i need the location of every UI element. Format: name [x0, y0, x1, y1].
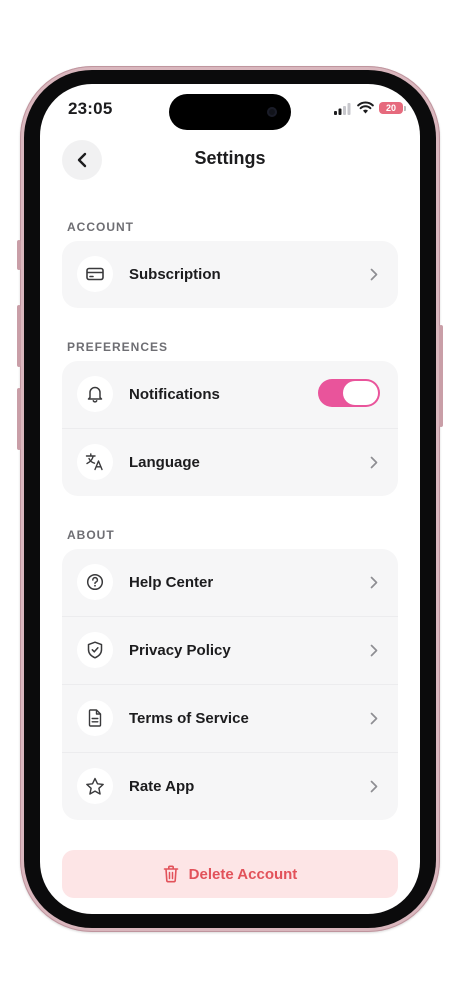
front-camera [267, 107, 277, 117]
credit-card-icon [77, 256, 113, 292]
trash-icon [163, 865, 178, 883]
row-label: Privacy Policy [129, 642, 231, 659]
section-label-account: ACCOUNT [67, 220, 134, 234]
section-label-preferences: PREFERENCES [67, 340, 169, 354]
delete-account-label: Delete Account [188, 865, 298, 883]
bell-icon [77, 376, 113, 412]
status-time: 23:05 [68, 99, 113, 118]
about-card: Help Center Privacy Policy Terms of Serv… [62, 549, 398, 820]
settings-row-notifications: Notifications [62, 361, 398, 428]
row-label: Help Center [129, 574, 214, 591]
notifications-toggle[interactable] [318, 379, 380, 407]
row-label: Notifications [129, 386, 220, 403]
mute-switch [17, 240, 21, 270]
cellular-signal-icon [334, 103, 351, 115]
toggle-knob [343, 381, 378, 405]
row-label: Language [129, 454, 200, 471]
document-icon [77, 700, 113, 736]
settings-row-help-center[interactable]: Help Center [62, 549, 398, 616]
shield-check-icon [77, 632, 113, 668]
row-label: Rate App [129, 778, 195, 795]
settings-row-language[interactable]: Language [62, 428, 398, 496]
battery-indicator: 20 [379, 102, 403, 114]
volume-up-button [17, 305, 21, 367]
section-label-about: ABOUT [67, 528, 115, 542]
row-label: Subscription [129, 266, 221, 283]
wifi-icon [357, 101, 374, 114]
phone-screen: 23:05 20 Settings ACCOUNT Subscription P… [40, 84, 420, 914]
star-icon [77, 768, 113, 804]
account-card: Subscription [62, 241, 398, 308]
volume-down-button [17, 388, 21, 450]
chevron-right-icon [370, 268, 378, 281]
chevron-right-icon [370, 576, 378, 589]
settings-row-subscription[interactable]: Subscription [62, 241, 398, 308]
settings-row-rate-app[interactable]: Rate App [62, 752, 398, 820]
settings-row-terms-of-service[interactable]: Terms of Service [62, 684, 398, 752]
translate-icon [77, 444, 113, 480]
chevron-right-icon [370, 780, 378, 793]
dynamic-island [169, 94, 291, 130]
chevron-right-icon [370, 456, 378, 469]
row-label: Terms of Service [129, 710, 249, 727]
preferences-card: Notifications Language [62, 361, 398, 496]
chevron-right-icon [370, 644, 378, 657]
delete-account-button[interactable]: Delete Account [62, 850, 398, 898]
chevron-right-icon [370, 712, 378, 725]
settings-row-privacy-policy[interactable]: Privacy Policy [62, 616, 398, 684]
status-bar: 23:05 20 [40, 84, 420, 134]
page-title: Settings [194, 148, 266, 168]
power-button [439, 325, 443, 427]
question-circle-icon [77, 564, 113, 600]
battery-tip [404, 106, 406, 111]
